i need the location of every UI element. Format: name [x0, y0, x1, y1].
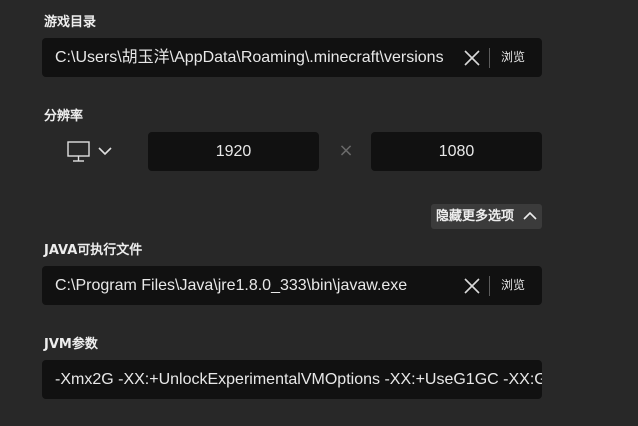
jvm-args-label: JVM参数: [44, 337, 98, 352]
display-mode-dropdown[interactable]: [67, 141, 115, 163]
java-executable-field[interactable]: C:\Program Files\Java\jre1.8.0_333\bin\j…: [42, 266, 542, 305]
hide-more-options-label: 隐藏更多选项: [436, 209, 515, 224]
game-directory-clear-button[interactable]: [463, 49, 481, 67]
close-icon: [464, 50, 480, 66]
resolution-height-input[interactable]: 1080: [371, 132, 542, 171]
jvm-args-input[interactable]: -Xmx2G -XX:+UnlockExperimentalVMOptions …: [55, 360, 542, 399]
game-directory-input[interactable]: C:\Users\胡玉洋\AppData\Roaming\.minecraft\…: [55, 38, 450, 77]
java-executable-browse-button[interactable]: 浏览: [501, 266, 525, 305]
game-directory-label: 游戏目录: [44, 15, 97, 30]
jvm-args-field[interactable]: -Xmx2G -XX:+UnlockExperimentalVMOptions …: [42, 360, 542, 399]
hide-more-options-button[interactable]: 隐藏更多选项: [431, 204, 542, 229]
java-executable-label: JAVA可执行文件: [44, 243, 143, 258]
chevron-down-icon: [98, 147, 112, 156]
game-directory-field[interactable]: C:\Users\胡玉洋\AppData\Roaming\.minecraft\…: [42, 38, 542, 77]
resolution-separator: ×: [338, 140, 354, 161]
close-icon: [464, 278, 480, 294]
chevron-up-icon: [523, 211, 537, 221]
game-directory-browse-button[interactable]: 浏览: [501, 38, 525, 77]
resolution-label: 分辨率: [44, 109, 84, 124]
monitor-icon: [67, 141, 90, 162]
divider: [489, 48, 490, 68]
java-executable-clear-button[interactable]: [463, 277, 481, 295]
resolution-width-input[interactable]: 1920: [148, 132, 319, 171]
java-executable-input[interactable]: C:\Program Files\Java\jre1.8.0_333\bin\j…: [55, 266, 450, 305]
divider: [489, 276, 490, 296]
